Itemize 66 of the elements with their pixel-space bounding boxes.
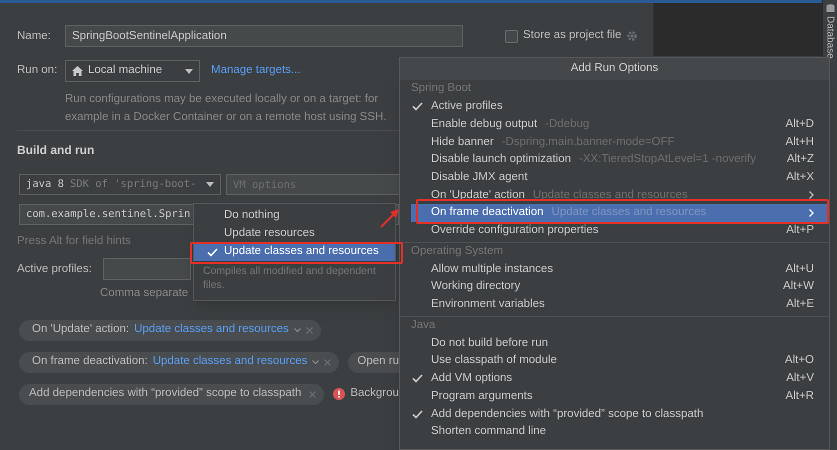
active-profiles-label: Active profiles: xyxy=(17,262,93,277)
menu-item[interactable]: Shorten command line xyxy=(411,423,828,441)
caret-icon xyxy=(206,182,214,187)
menu-item[interactable]: Override configuration properties Alt+P xyxy=(411,222,828,240)
run-on-label: Run on: xyxy=(17,63,58,78)
name-label: Name: xyxy=(17,29,52,44)
shortcut: Alt+Z xyxy=(786,152,814,168)
menu-item[interactable]: Add VM options Alt+V xyxy=(411,370,828,388)
field-hint: Press Alt for field hints xyxy=(17,234,131,249)
profiles-hint: Comma separate xyxy=(100,286,188,302)
target-dropdown[interactable]: Local machine xyxy=(65,60,200,82)
shortcut: Alt+X xyxy=(786,170,814,185)
shortcut: Alt+P xyxy=(786,223,814,238)
close-icon[interactable] xyxy=(306,326,313,334)
run-on-description: Run configurations may be executed locally or on a target: for example in a Docker Container or on a remote host using SSH. xyxy=(65,92,388,125)
popup-title: Add Run Options xyxy=(400,58,829,80)
manage-targets-link[interactable]: Manage targets... xyxy=(211,62,300,80)
chip-label: Add dependencies with “provided” scope to classpath xyxy=(29,386,302,402)
checkbox[interactable] xyxy=(505,30,518,42)
shortcut: Alt+W xyxy=(783,279,814,294)
chevron-icon xyxy=(312,360,320,364)
sdk-dropdown[interactable]: java 8 SDK of 'spring-boot- xyxy=(19,174,221,195)
chevron-icon xyxy=(294,328,301,332)
close-icon[interactable] xyxy=(309,390,316,398)
popup-option[interactable]: Update classes and resources xyxy=(194,243,395,261)
menu-item[interactable]: Allow multiple instances Alt+U xyxy=(411,260,828,278)
menu-item[interactable]: Working directory Alt+W xyxy=(411,278,828,296)
shortcut: Alt+V xyxy=(786,371,814,386)
warning-text: Backgrou xyxy=(350,386,399,402)
menu-item[interactable]: Program arguments Alt+R xyxy=(411,388,828,406)
shortcut: Alt+D xyxy=(786,116,814,132)
chip-label: On frame deactivation: xyxy=(32,354,148,370)
popup-option[interactable]: Do nothing xyxy=(194,207,395,225)
menu-item[interactable]: Add dependencies with “provided” scope to classpath xyxy=(411,405,828,423)
option-chip[interactable]: On 'Update' action: Update classes and resources xyxy=(19,320,321,340)
database-tab[interactable]: Database xyxy=(822,16,837,59)
home-icon xyxy=(72,66,83,76)
shortcut: Alt+R xyxy=(786,388,814,404)
option-chip[interactable]: On frame deactivation: Update classes and resources xyxy=(19,352,340,372)
menu-item[interactable]: Active profiles xyxy=(411,98,828,116)
menu-item[interactable]: Do not build before run xyxy=(411,334,828,352)
section-header: Spring Boot xyxy=(410,81,472,96)
option-description: Compiles all modified and dependent files. xyxy=(202,264,377,292)
close-icon[interactable] xyxy=(324,358,332,366)
shortcut: Alt+U xyxy=(786,262,814,277)
shortcut: Alt+O xyxy=(784,353,814,368)
shortcut: Alt+H xyxy=(786,134,814,150)
database-icon[interactable] xyxy=(826,4,834,13)
option-chip[interactable]: Add dependencies with “provided” scope to classpath xyxy=(19,384,324,404)
check-icon xyxy=(207,248,218,256)
checkbox-label[interactable]: Store as project file xyxy=(523,27,622,45)
section-title: Build and run xyxy=(17,142,94,159)
menu-item[interactable]: Environment variables Alt+E xyxy=(411,296,828,314)
chip-label: Open ru xyxy=(357,354,399,370)
gear-icon[interactable] xyxy=(626,30,638,42)
active-profiles-field[interactable] xyxy=(103,258,191,280)
chip-label: On 'Update' action: xyxy=(32,322,130,338)
section-header: Java xyxy=(410,318,436,333)
annotation-arrow xyxy=(379,207,401,229)
popup-option[interactable]: Update resources xyxy=(194,225,395,243)
caret-icon xyxy=(185,68,193,74)
error-icon xyxy=(333,388,346,400)
shortcut: Alt+E xyxy=(786,297,814,312)
section-header: Operating System xyxy=(410,244,504,259)
name-field[interactable]: SpringBootSentinelApplication xyxy=(65,25,463,47)
menu-item[interactable]: Use classpath of module Alt+O xyxy=(411,352,828,370)
